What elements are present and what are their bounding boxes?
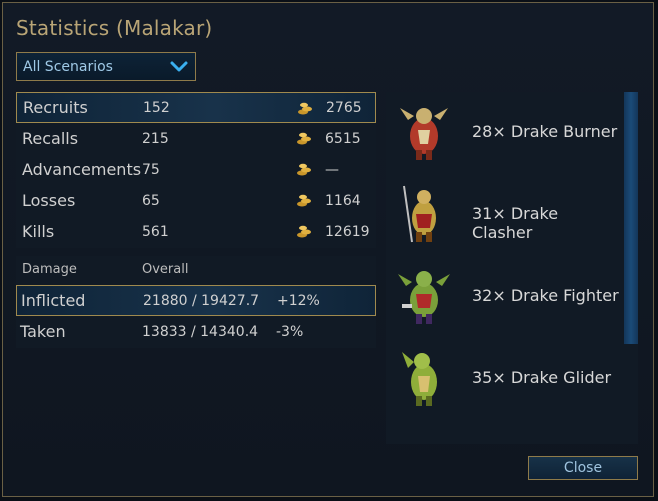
gold-coins-icon bbox=[297, 225, 311, 238]
stats-gold-value: 1164 bbox=[325, 192, 361, 209]
stats-label: Recruits bbox=[23, 98, 88, 117]
gold-coins-icon bbox=[298, 102, 312, 115]
stats-label: Kills bbox=[22, 222, 55, 241]
drake-glider-icon bbox=[402, 352, 437, 406]
damage-row-inflicted[interactable]: Inflicted 21880 / 19427.7 +12% bbox=[16, 285, 376, 316]
damage-header-label: Damage bbox=[22, 262, 77, 277]
units-scrollbar[interactable] bbox=[624, 92, 638, 344]
damage-panel: Damage Overall Inflicted 21880 / 19427.7… bbox=[16, 256, 376, 348]
stats-value: 215 bbox=[142, 130, 169, 147]
stats-value: 152 bbox=[143, 99, 170, 116]
stats-row-losses[interactable]: Losses 65 1164 bbox=[16, 185, 376, 216]
chevron-down-icon bbox=[170, 61, 188, 71]
unit-label: 32× Drake Fighter bbox=[472, 286, 619, 305]
stats-gold-value: — bbox=[325, 161, 339, 178]
stats-label: Recalls bbox=[22, 129, 79, 148]
gold-coins-icon bbox=[297, 132, 311, 145]
stats-value: 65 bbox=[142, 192, 160, 209]
stats-panel: Recruits 152 2765 Recalls 215 6515 Advan… bbox=[16, 92, 376, 248]
close-button[interactable]: Close bbox=[528, 456, 638, 480]
stats-gold-value: 6515 bbox=[325, 130, 361, 147]
damage-percent: +12% bbox=[277, 292, 320, 309]
gold-coins-icon bbox=[297, 194, 311, 207]
damage-label: Inflicted bbox=[21, 291, 86, 310]
units-list[interactable]: 28× Drake Burner 31× Drake Clasher 32× D… bbox=[386, 92, 638, 444]
stats-row-advancements[interactable]: Advancements 75 — bbox=[16, 154, 376, 185]
unit-label: 28× Drake Burner bbox=[472, 122, 618, 141]
damage-value: 13833 / 14340.4 bbox=[142, 323, 259, 340]
unit-item-drake-fighter[interactable]: 32× Drake Fighter bbox=[386, 256, 622, 336]
stats-row-recruits[interactable]: Recruits 152 2765 bbox=[16, 92, 376, 123]
drake-burner-icon bbox=[400, 108, 448, 160]
damage-row-taken[interactable]: Taken 13833 / 14340.4 -3% bbox=[16, 316, 376, 347]
drake-fighter-icon bbox=[398, 271, 450, 324]
damage-percent: -3% bbox=[276, 323, 304, 340]
unit-label: 35× Drake Glider bbox=[472, 368, 612, 387]
stats-row-recalls[interactable]: Recalls 215 6515 bbox=[16, 123, 376, 154]
stats-label: Losses bbox=[22, 191, 76, 210]
drake-clasher-icon bbox=[403, 185, 436, 243]
stats-label: Advancements bbox=[22, 160, 142, 179]
window-title: Statistics (Malakar) bbox=[16, 16, 213, 40]
scenario-dropdown-value: All Scenarios bbox=[23, 58, 113, 75]
unit-label: 31× Drake Clasher bbox=[472, 204, 559, 242]
scenario-dropdown[interactable]: All Scenarios bbox=[16, 52, 196, 81]
gold-coins-icon bbox=[297, 163, 311, 176]
damage-value: 21880 / 19427.7 bbox=[143, 292, 260, 309]
stats-gold-value: 2765 bbox=[326, 99, 362, 116]
stats-gold-value: 12619 bbox=[325, 223, 370, 240]
unit-item-drake-burner[interactable]: 28× Drake Burner bbox=[386, 92, 622, 172]
damage-label: Taken bbox=[20, 322, 66, 341]
unit-item-drake-glider[interactable]: 35× Drake Glider bbox=[386, 338, 622, 418]
stats-value: 561 bbox=[142, 223, 169, 240]
stats-value: 75 bbox=[142, 161, 160, 178]
unit-item-drake-clasher[interactable]: 31× Drake Clasher bbox=[386, 174, 622, 254]
stats-row-kills[interactable]: Kills 561 12619 bbox=[16, 216, 376, 247]
damage-header-overall: Overall bbox=[142, 262, 189, 277]
